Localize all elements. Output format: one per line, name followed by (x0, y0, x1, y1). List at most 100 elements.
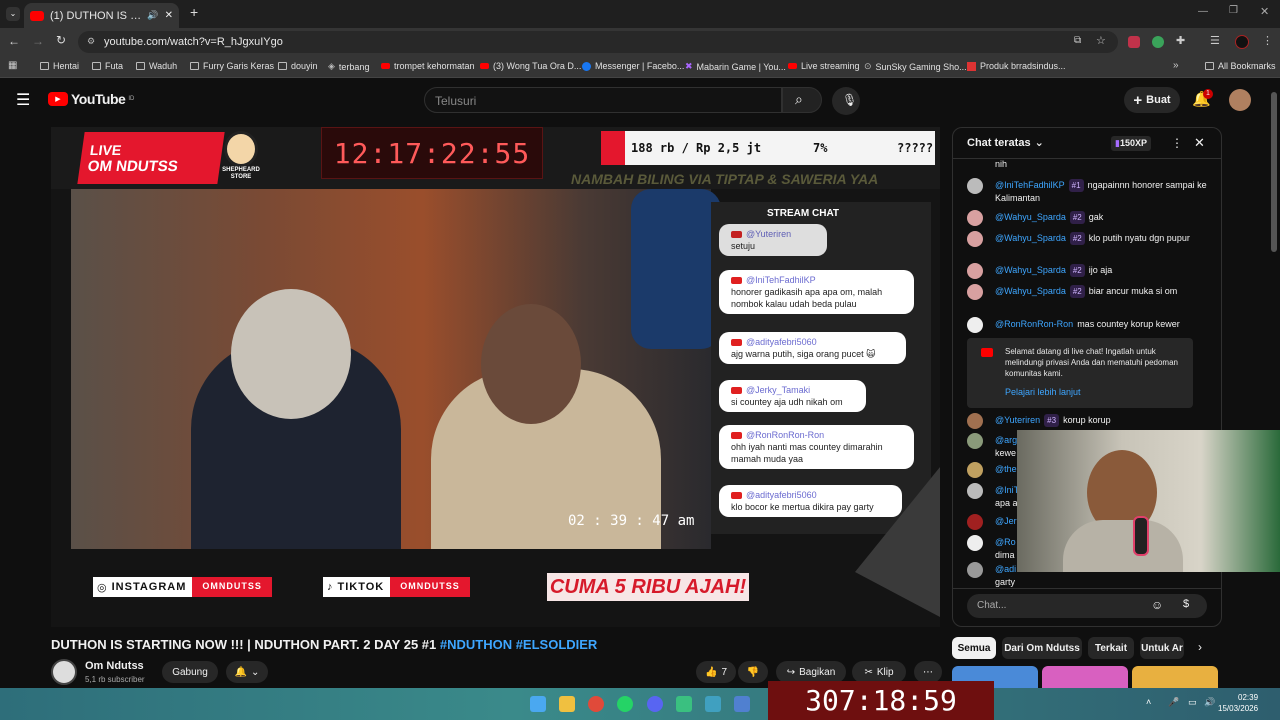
chrome-icon[interactable] (588, 696, 604, 712)
app-icon[interactable] (676, 696, 692, 712)
bookmark-item[interactable]: douyin (278, 61, 318, 71)
search-button[interactable]: ⌕ (782, 87, 822, 113)
tab-list-chevron-icon[interactable]: ⌄ (6, 7, 20, 21)
user-avatar[interactable] (967, 462, 983, 478)
percent-stat: 7% (813, 141, 828, 155)
puzzle-icon[interactable]: ✚ (1176, 34, 1185, 47)
reading-list-icon[interactable]: ☰ (1210, 34, 1220, 47)
cast-icon[interactable]: ⧉ (1074, 35, 1081, 46)
tray-chevron-icon[interactable]: ˄ (1146, 697, 1151, 707)
user-avatar[interactable] (967, 210, 983, 226)
back-icon[interactable]: ← (8, 34, 20, 48)
extension-icon[interactable] (1128, 36, 1140, 48)
share-button[interactable]: ↪ Bagikan (776, 661, 846, 683)
user-avatar[interactable] (967, 178, 983, 194)
address-bar[interactable]: ⚙ youtube.com/watch?v=R_hJgxuIYgo ⧉ ☆ (78, 31, 1118, 53)
tray-mic-icon[interactable]: 🎤 (1168, 697, 1179, 708)
user-avatar[interactable] (967, 514, 983, 530)
bookmark-item[interactable]: Futa (92, 61, 123, 71)
chat-close-icon[interactable]: ✕ (1194, 135, 1205, 151)
reload-icon[interactable]: ↻ (56, 33, 66, 47)
bookmarks-overflow-icon[interactable]: » (1173, 60, 1179, 71)
user-avatar[interactable] (967, 413, 983, 429)
extension-icon[interactable] (1152, 36, 1164, 48)
user-avatar[interactable] (967, 535, 983, 551)
subscribe-bell-button[interactable]: 🔔 ⌄ (226, 661, 268, 683)
whatsapp-icon[interactable] (617, 696, 633, 712)
like-button[interactable]: 👍 7 (696, 661, 736, 683)
chip-related[interactable]: Terkait (1088, 637, 1134, 659)
browser-tab[interactable]: (1) DUTHON IS STARTING NOW !!! | NDUTHON… (24, 3, 179, 28)
user-avatar[interactable] (967, 263, 983, 279)
create-button[interactable]: + Buat (1124, 87, 1180, 113)
bookmark-item[interactable]: (3) Wong Tua Ora D... (480, 61, 581, 71)
file-explorer-icon[interactable] (559, 696, 575, 712)
clip-button[interactable]: ✂ Klip (852, 661, 906, 683)
video-hashtags[interactable]: #NDUTHON #ELSOLDIER (440, 637, 597, 652)
tab-close-icon[interactable]: ✕ (165, 10, 173, 21)
network-icon[interactable]: ▭ (1188, 697, 1197, 708)
more-actions-button[interactable]: ⋯ (914, 661, 942, 683)
chip-all[interactable]: Semua (952, 637, 996, 659)
dislike-button[interactable]: 👎 (738, 661, 768, 683)
window-close-icon[interactable]: ✕ (1260, 5, 1269, 18)
site-info-icon[interactable]: ⚙ (87, 36, 95, 47)
system-clock[interactable]: 02:39 15/03/2026 (1218, 692, 1258, 714)
bookmark-item[interactable]: Produk brradsindus... (967, 61, 1066, 71)
discord-icon[interactable] (647, 696, 663, 712)
folder-icon (278, 62, 287, 70)
chat-input[interactable]: Chat... (967, 594, 1207, 618)
browser-menu-icon[interactable]: ⋮ (1262, 34, 1273, 47)
chat-menu-icon[interactable]: ⋮ (1171, 136, 1183, 150)
user-avatar[interactable] (967, 284, 983, 300)
page-scrollbar[interactable] (1271, 92, 1277, 252)
emoji-icon[interactable]: ☺ (1151, 598, 1163, 612)
rank-badge: #2 (1069, 211, 1085, 224)
apps-grid-icon[interactable]: ▦ (8, 60, 17, 71)
bookmark-item[interactable]: Messenger | Facebo... (582, 61, 684, 71)
youtube-logo[interactable]: ▶ YouTube ID (48, 91, 134, 107)
forward-icon[interactable]: → (32, 34, 44, 48)
learn-more-link[interactable]: Pelajari lebih lanjut (1005, 387, 1183, 398)
app-icon[interactable] (705, 696, 721, 712)
user-avatar[interactable] (967, 433, 983, 449)
profile-avatar[interactable] (1235, 35, 1249, 49)
volume-icon[interactable]: 🔊 (1204, 697, 1215, 708)
windows-start-icon[interactable] (530, 696, 546, 712)
maximize-icon[interactable]: ❐ (1229, 5, 1238, 16)
user-avatar[interactable] (967, 231, 983, 247)
user-avatar[interactable] (967, 317, 983, 333)
new-tab-button[interactable]: + (190, 4, 198, 20)
all-bookmarks[interactable]: All Bookmarks (1205, 61, 1276, 71)
video-player[interactable]: LIVE OM NDUTSS SHEPHEARD STORE 12:17:22:… (51, 127, 940, 627)
bookmark-item[interactable]: Live streaming (788, 61, 860, 71)
bookmark-star-icon[interactable]: ☆ (1096, 34, 1106, 47)
chips-next-icon[interactable]: › (1198, 640, 1202, 654)
user-avatar[interactable] (967, 483, 983, 499)
channel-avatar[interactable] (51, 659, 77, 685)
chat-mode-dropdown[interactable]: Chat teratas ⌄ (967, 136, 1044, 150)
bookmark-item[interactable]: Hentai (40, 61, 79, 71)
recommended-thumbnail[interactable] (1042, 666, 1128, 688)
bookmark-favicon-icon: ⊙ (864, 61, 872, 71)
join-button[interactable]: Gabung (162, 661, 218, 683)
bookmark-item[interactable]: Furry Garis Keras (190, 61, 274, 71)
bookmark-item[interactable]: trompet kehormatan (381, 61, 475, 71)
channel-name[interactable]: Om Ndutss (85, 660, 144, 672)
bookmark-item[interactable]: ⊙ SunSky Gaming Sho... (864, 61, 967, 72)
account-avatar[interactable] (1229, 89, 1251, 111)
hamburger-menu-icon[interactable]: ☰ (16, 90, 30, 110)
chip-from-channel[interactable]: Dari Om Ndutss (1002, 637, 1082, 659)
minimize-icon[interactable]: — (1198, 6, 1208, 17)
app-icon[interactable] (734, 696, 750, 712)
voice-search-button[interactable]: 🎙 (832, 87, 860, 115)
bookmark-item[interactable]: ✖ Mabarin Game | You... (685, 61, 786, 72)
bookmark-item[interactable]: Waduh (136, 61, 177, 71)
search-input[interactable]: Telusuri (424, 87, 782, 113)
user-avatar[interactable] (967, 562, 983, 578)
bookmark-item[interactable]: ◈ terbang (328, 61, 369, 72)
bookmark-favicon-icon: ✖ (685, 61, 693, 71)
recommended-thumbnail[interactable] (1132, 666, 1218, 688)
super-chat-icon[interactable]: $ (1183, 598, 1189, 610)
chip-for-you[interactable]: Untuk Ar (1140, 637, 1184, 659)
